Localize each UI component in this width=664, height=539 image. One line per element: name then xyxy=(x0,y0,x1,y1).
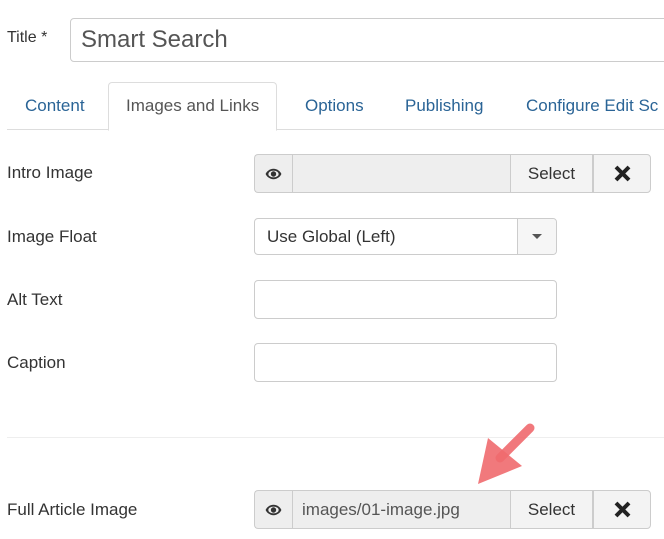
intro-image-clear-button[interactable] xyxy=(593,154,651,193)
caret-down-icon xyxy=(532,234,542,239)
caption-label: Caption xyxy=(7,353,66,372)
tab-bar: Content Images and Links Options Publish… xyxy=(7,82,664,131)
section-divider xyxy=(7,437,664,438)
tab-content[interactable]: Content xyxy=(7,82,103,130)
full-article-image-select-button[interactable]: Select xyxy=(511,490,593,529)
full-article-image-field: Select xyxy=(254,490,651,529)
image-float-label: Image Float xyxy=(7,227,97,246)
intro-image-preview-button[interactable] xyxy=(254,154,292,193)
intro-image-label: Intro Image xyxy=(7,163,93,182)
full-article-image-label: Full Article Image xyxy=(7,500,138,519)
intro-image-path-input[interactable] xyxy=(292,154,511,193)
close-icon xyxy=(614,165,630,182)
tab-images-and-links[interactable]: Images and Links xyxy=(108,82,278,131)
tab-options[interactable]: Options xyxy=(287,82,382,130)
image-float-dropdown-toggle[interactable] xyxy=(517,219,556,254)
full-article-image-path-input[interactable] xyxy=(292,490,511,529)
title-label: Title * xyxy=(7,29,48,46)
close-icon xyxy=(614,501,630,518)
title-input[interactable] xyxy=(70,18,664,62)
intro-image-select-button[interactable]: Select xyxy=(511,154,593,193)
caption-input[interactable] xyxy=(254,343,557,382)
alt-text-label: Alt Text xyxy=(7,290,63,309)
eye-icon xyxy=(265,168,282,179)
intro-image-field: Select xyxy=(254,154,651,193)
alt-text-input[interactable] xyxy=(254,280,557,319)
tab-configure-edit-screen[interactable]: Configure Edit Sc xyxy=(508,82,664,130)
eye-icon xyxy=(265,504,282,515)
annotation-arrow-icon xyxy=(478,423,535,484)
article-edit-page: Title * Content Images and Links Options… xyxy=(0,0,664,539)
image-float-selected-value: Use Global (Left) xyxy=(267,227,396,246)
tab-publishing[interactable]: Publishing xyxy=(387,82,501,130)
full-article-image-preview-button[interactable] xyxy=(254,490,292,529)
full-article-image-clear-button[interactable] xyxy=(593,490,651,529)
image-float-select[interactable]: Use Global (Left) xyxy=(254,218,557,255)
